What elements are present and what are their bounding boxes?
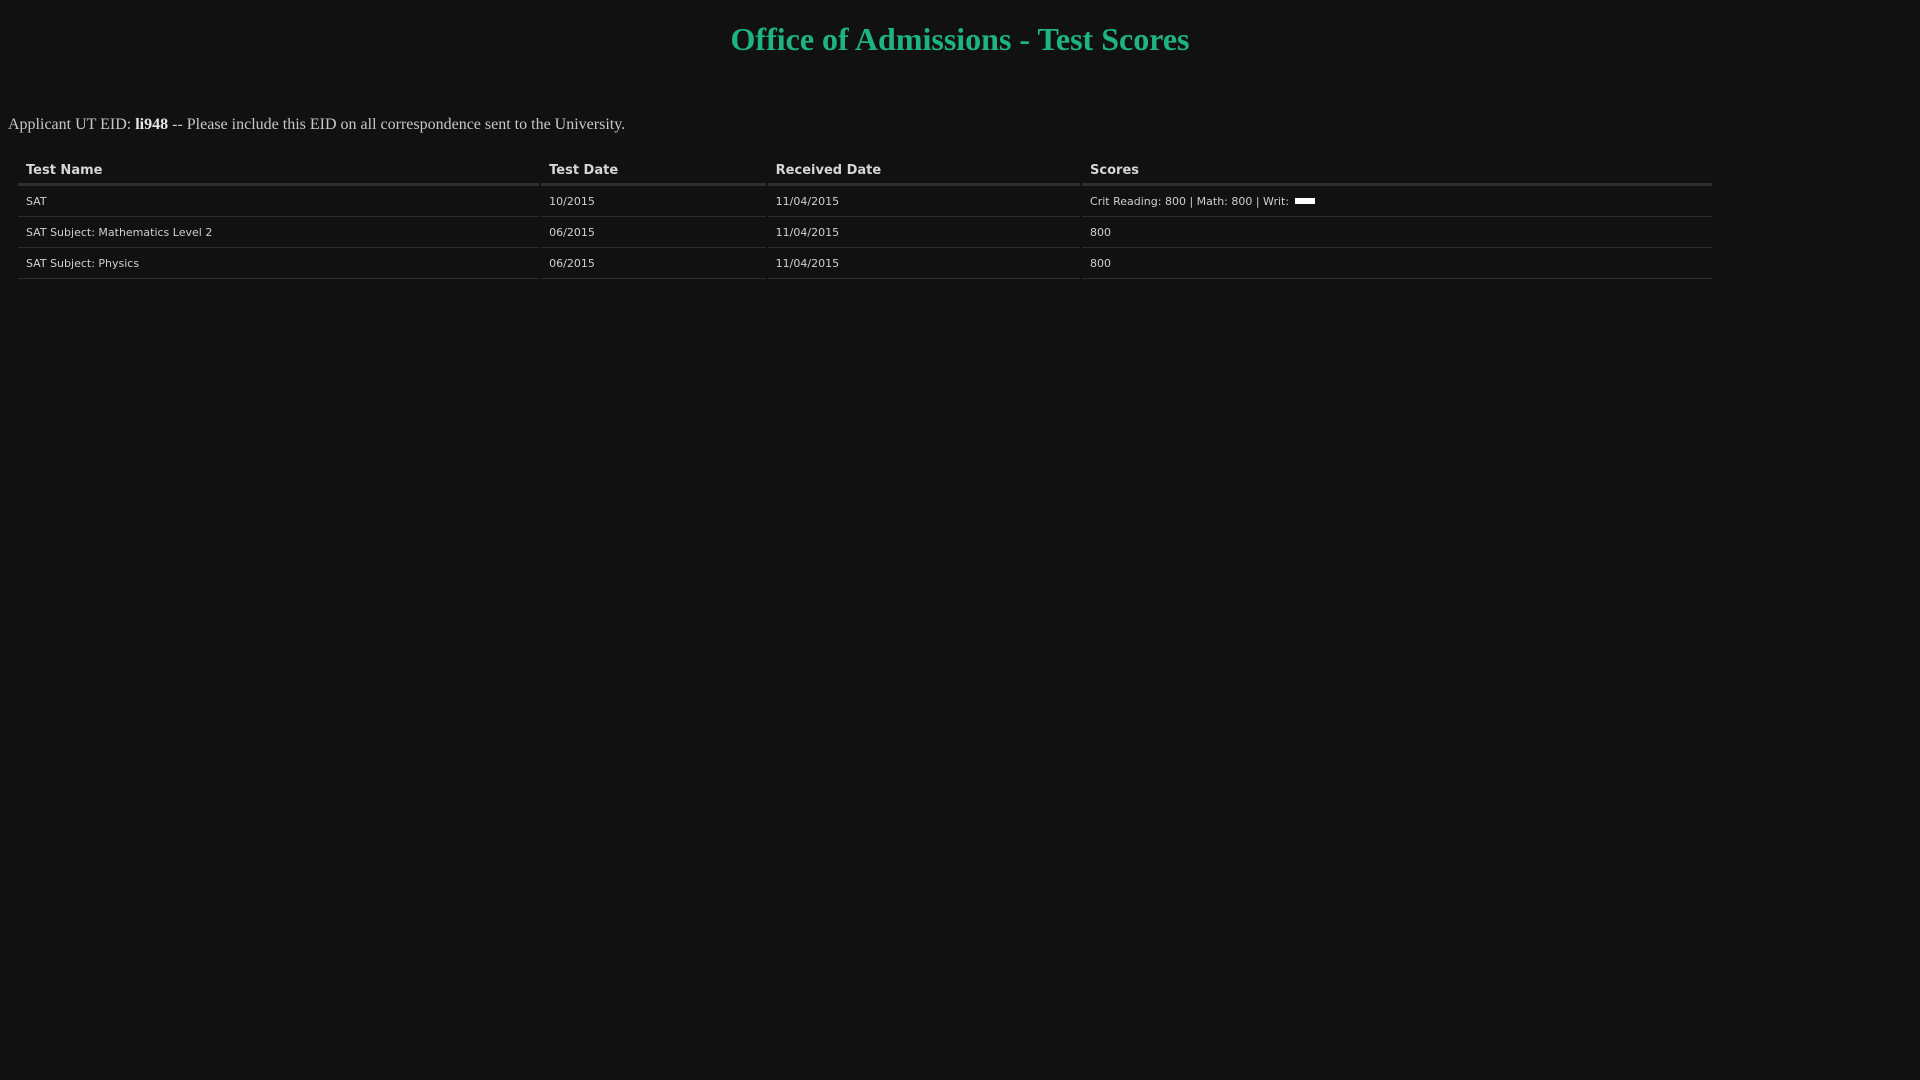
header-test-date: Test Date: [541, 155, 766, 186]
cell-test-date: 06/2015: [541, 248, 766, 279]
cell-test-date: 06/2015: [541, 217, 766, 248]
cell-scores: 800: [1082, 248, 1712, 279]
eid-value: li948: [135, 116, 169, 133]
cell-received-date: 11/04/2015: [767, 186, 1081, 217]
redacted-score-block: [1294, 197, 1315, 204]
table-row: SAT 10/2015 11/04/2015 Crit Reading: 800…: [18, 186, 1712, 217]
cell-test-name: SAT: [18, 186, 540, 217]
cell-test-name: SAT Subject: Physics: [18, 248, 540, 279]
test-scores-table: Test Name Test Date Received Date Scores…: [16, 155, 1714, 279]
cell-scores: 800: [1082, 217, 1712, 248]
eid-suffix-text: -- Please include this EID on all corres…: [168, 116, 626, 133]
cell-received-date: 11/04/2015: [767, 248, 1081, 279]
page-title: Office of Admissions - Test Scores: [730, 21, 1190, 57]
header-test-name: Test Name: [18, 155, 540, 186]
cell-received-date: 11/04/2015: [767, 217, 1081, 248]
table-row: SAT Subject: Physics 06/2015 11/04/2015 …: [18, 248, 1712, 279]
header-scores: Scores: [1082, 155, 1712, 186]
scores-text: Crit Reading: 800 | Math: 800 | Writ:: [1090, 194, 1290, 208]
eid-prefix-text: Applicant UT EID:: [8, 116, 136, 133]
cell-scores: Crit Reading: 800 | Math: 800 | Writ:: [1082, 186, 1712, 217]
table-header-row: Test Name Test Date Received Date Scores: [18, 155, 1712, 186]
cell-test-name: SAT Subject: Mathematics Level 2: [18, 217, 540, 248]
cell-test-date: 10/2015: [541, 186, 766, 217]
header-received-date: Received Date: [767, 155, 1081, 186]
table-row: SAT Subject: Mathematics Level 2 06/2015…: [18, 217, 1712, 248]
applicant-eid-notice: Applicant UT EID: li948 -- Please includ…: [8, 115, 625, 135]
